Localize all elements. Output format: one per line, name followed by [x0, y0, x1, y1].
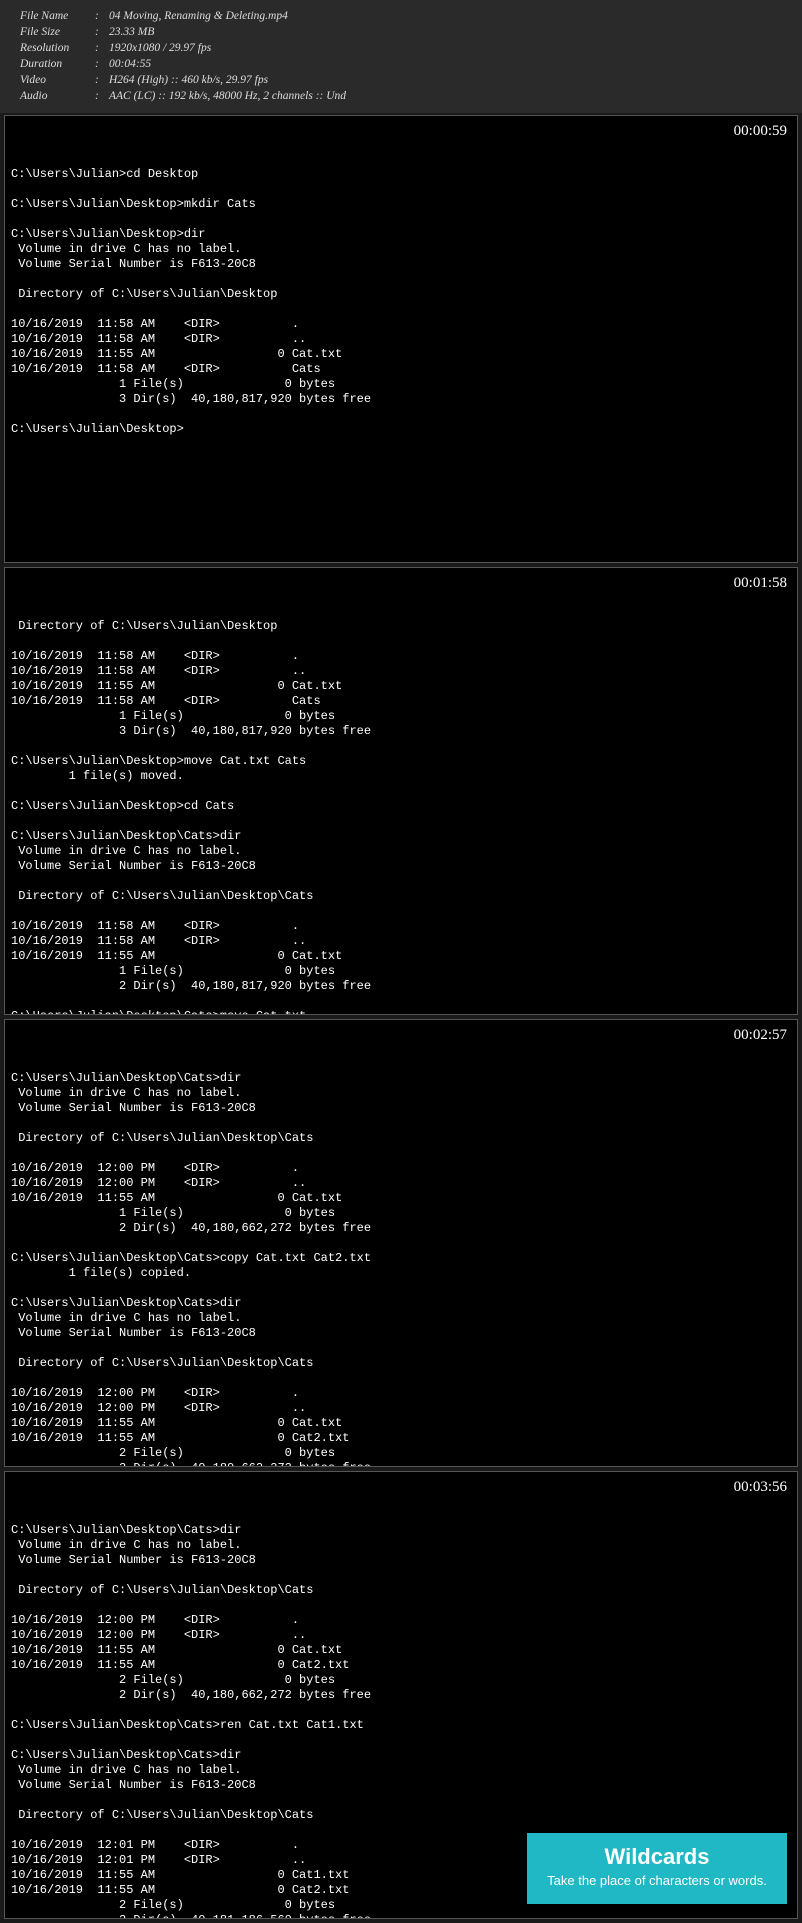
meta-file-size-label: File Size [20, 24, 95, 40]
meta-file-size-value: 23.33 MB [109, 24, 154, 40]
terminal-frame-3: 00:02:57 C:\Users\Julian\Desktop\Cats>di… [4, 1019, 798, 1467]
meta-file-name-label: File Name [20, 8, 95, 24]
meta-resolution-label: Resolution [20, 40, 95, 56]
terminal-frame-1: 00:00:59 C:\Users\Julian>cd Desktop C:\U… [4, 115, 798, 563]
annotation-subtitle: Take the place of characters or words. [545, 1873, 769, 1890]
meta-audio-label: Audio [20, 88, 95, 104]
frame-1-timestamp: 00:00:59 [734, 122, 787, 141]
meta-resolution-value: 1920x1080 / 29.97 fps [109, 40, 211, 56]
video-metadata: File Name : 04 Moving, Renaming & Deleti… [0, 0, 802, 113]
annotation-title: Wildcards [545, 1843, 769, 1871]
meta-video-value: H264 (High) :: 460 kb/s, 29.97 fps [109, 72, 268, 88]
meta-file-name-value: 04 Moving, Renaming & Deleting.mp4 [109, 8, 288, 24]
terminal-frame-4: 00:03:56 C:\Users\Julian\Desktop\Cats>di… [4, 1471, 798, 1919]
wildcards-annotation: Wildcards Take the place of characters o… [527, 1833, 787, 1903]
terminal-output-3: C:\Users\Julian\Desktop\Cats>dir Volume … [11, 1071, 791, 1467]
meta-video-label: Video [20, 72, 95, 88]
meta-duration-value: 00:04:55 [109, 56, 151, 72]
meta-duration-label: Duration [20, 56, 95, 72]
meta-audio-value: AAC (LC) :: 192 kb/s, 48000 Hz, 2 channe… [109, 88, 346, 104]
frame-2-timestamp: 00:01:58 [734, 574, 787, 593]
terminal-frame-2: 00:01:58 Directory of C:\Users\Julian\De… [4, 567, 798, 1015]
frame-4-timestamp: 00:03:56 [734, 1478, 787, 1497]
terminal-output-1: C:\Users\Julian>cd Desktop C:\Users\Juli… [11, 167, 791, 437]
frame-3-timestamp: 00:02:57 [734, 1026, 787, 1045]
terminal-output-2: Directory of C:\Users\Julian\Desktop 10/… [11, 619, 791, 1015]
